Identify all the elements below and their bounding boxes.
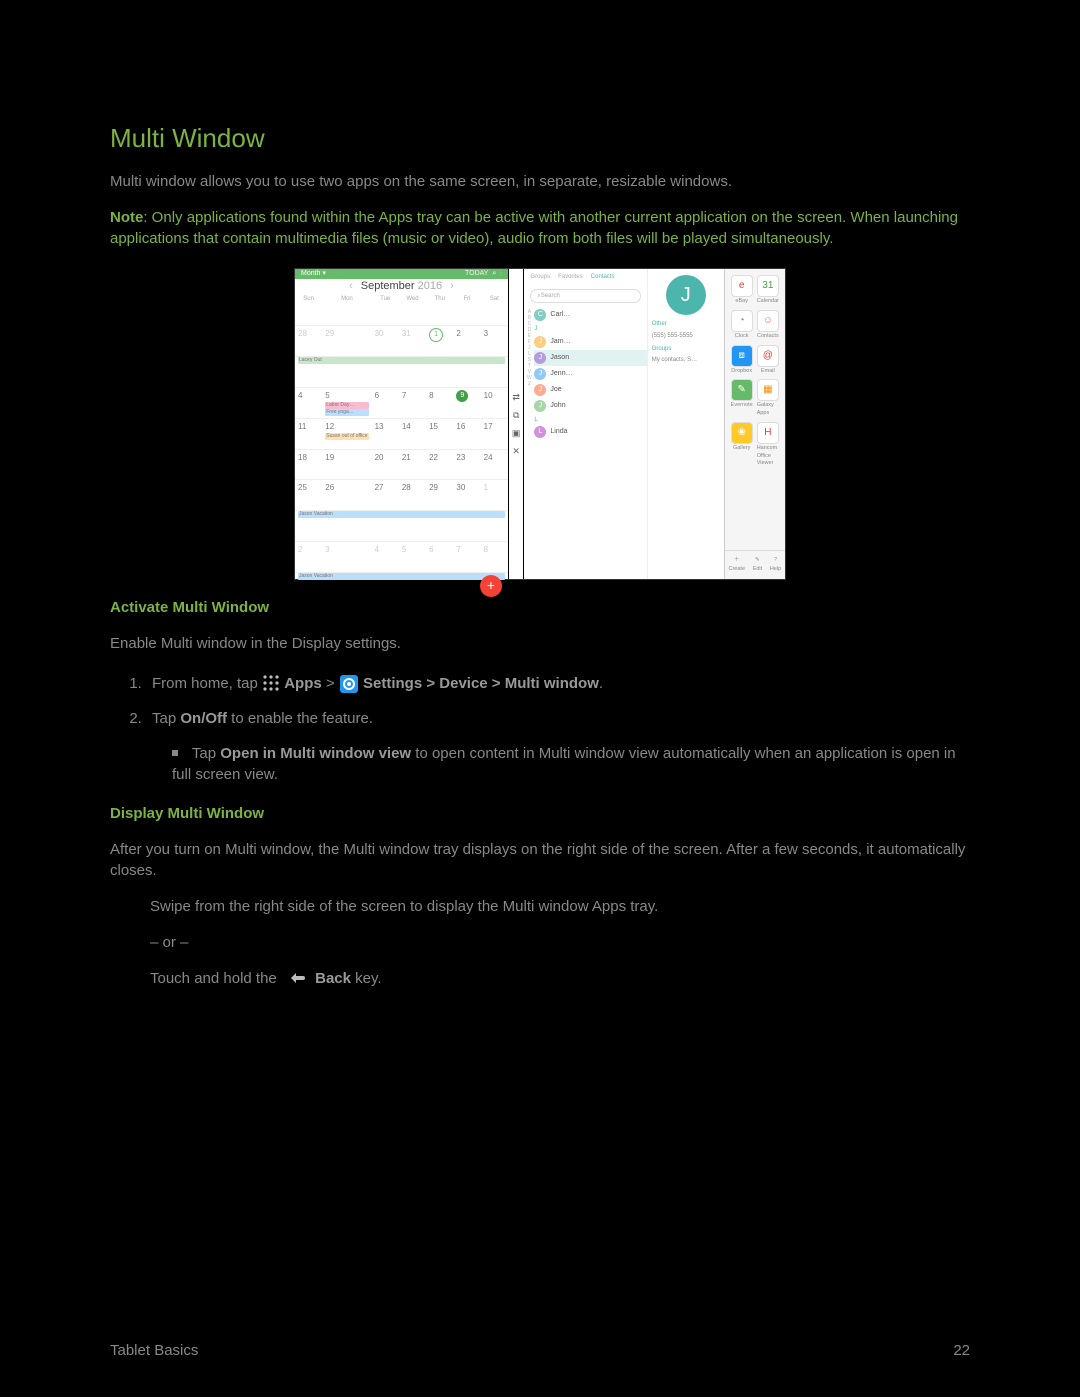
or-separator: – or – [150,932,970,953]
screenshot-contact-card: J Other (555) 555-5555 Groups My contact… [647,269,724,579]
screenshot-calendar-pane: Month ▾ TODAY ⌕ ⋮ ‹ September 2016 › Sun… [295,269,508,579]
calendar-view-label: Month ▾ [301,269,326,279]
steps-list: From home, tap Apps > Settings > Device … [146,669,970,733]
contact-avatar: J [666,275,706,315]
search-icon: ⌕ [492,270,496,277]
calendar-month-header: ‹ September 2016 › [295,279,508,294]
note-label: Note [110,209,143,226]
contacts-search: ⌕ Search [530,289,640,303]
calendar-today-label: TODAY [465,270,488,277]
calendar-add-fab: + [480,575,502,597]
chevron-left-icon: ‹ [349,279,353,294]
bullet-icon [172,750,178,756]
close-icon: ✕ [511,446,521,456]
contacts-tabs: Groups Favorites Contacts [524,269,646,285]
chevron-right-icon: › [450,279,454,294]
step-2-subbullet: Tap Open in Multi window view to open co… [172,743,970,785]
touch-hold-instruction: Touch and hold the Back key. [150,968,970,991]
document-page: Multi Window Multi window allows you to … [0,0,1080,1397]
drag-icon: ⧉ [511,410,521,420]
step-2: Tap On/Off to enable the feature. [146,704,970,733]
calendar-toolbar: Month ▾ TODAY ⌕ ⋮ [295,269,508,279]
intro-paragraph: Multi window allows you to use two apps … [110,171,970,192]
swap-icon: ⇄ [511,392,521,402]
back-key-icon [285,970,307,991]
more-icon: ⋮ [500,270,502,277]
contacts-index: ABCDEFJLSTVWZ [524,307,534,579]
step-1: From home, tap Apps > Settings > Device … [146,669,970,704]
expand-icon: ▣ [511,428,521,438]
screenshot-apps-tray: eeBay31Calendar◔Clock☺Contacts⧈Dropbox@E… [724,269,785,579]
footer-section: Tablet Basics [110,1340,198,1361]
heading-multi-window: Multi Window [110,120,970,156]
swipe-instruction: Swipe from the right side of the screen … [150,896,970,917]
apps-grid-icon [262,674,280,698]
page-footer: Tablet Basics 22 [110,1340,970,1361]
activate-lead: Enable Multi window in the Display setti… [110,633,970,654]
settings-gear-icon [339,674,359,700]
heading-display: Display Multi Window [110,803,970,824]
contacts-list: CCarl…JJJam…JJasonJJenn…JJoeJJohnLLLinda [534,307,646,579]
note-paragraph: Note: Only applications found within the… [110,207,970,249]
heading-activate: Activate Multi Window [110,597,970,618]
screenshot-contacts-pane: Groups Favorites Contacts ⌕ Search ABCDE… [524,269,646,579]
display-lead: After you turn on Multi window, the Mult… [110,839,970,881]
note-body: : Only applications found within the App… [110,209,958,247]
footer-page-number: 22 [953,1340,970,1361]
multi-window-screenshot: Month ▾ TODAY ⌕ ⋮ ‹ September 2016 › Sun… [295,269,785,579]
calendar-grid: Sun Mon Tue Wed Thu Fri Sat 28 29 30 31 … [295,295,508,603]
tray-bottom-bar: ＋Create ✎Edit ?Help [725,550,785,579]
split-handle: ⇄ ⧉ ▣ ✕ [508,269,525,579]
